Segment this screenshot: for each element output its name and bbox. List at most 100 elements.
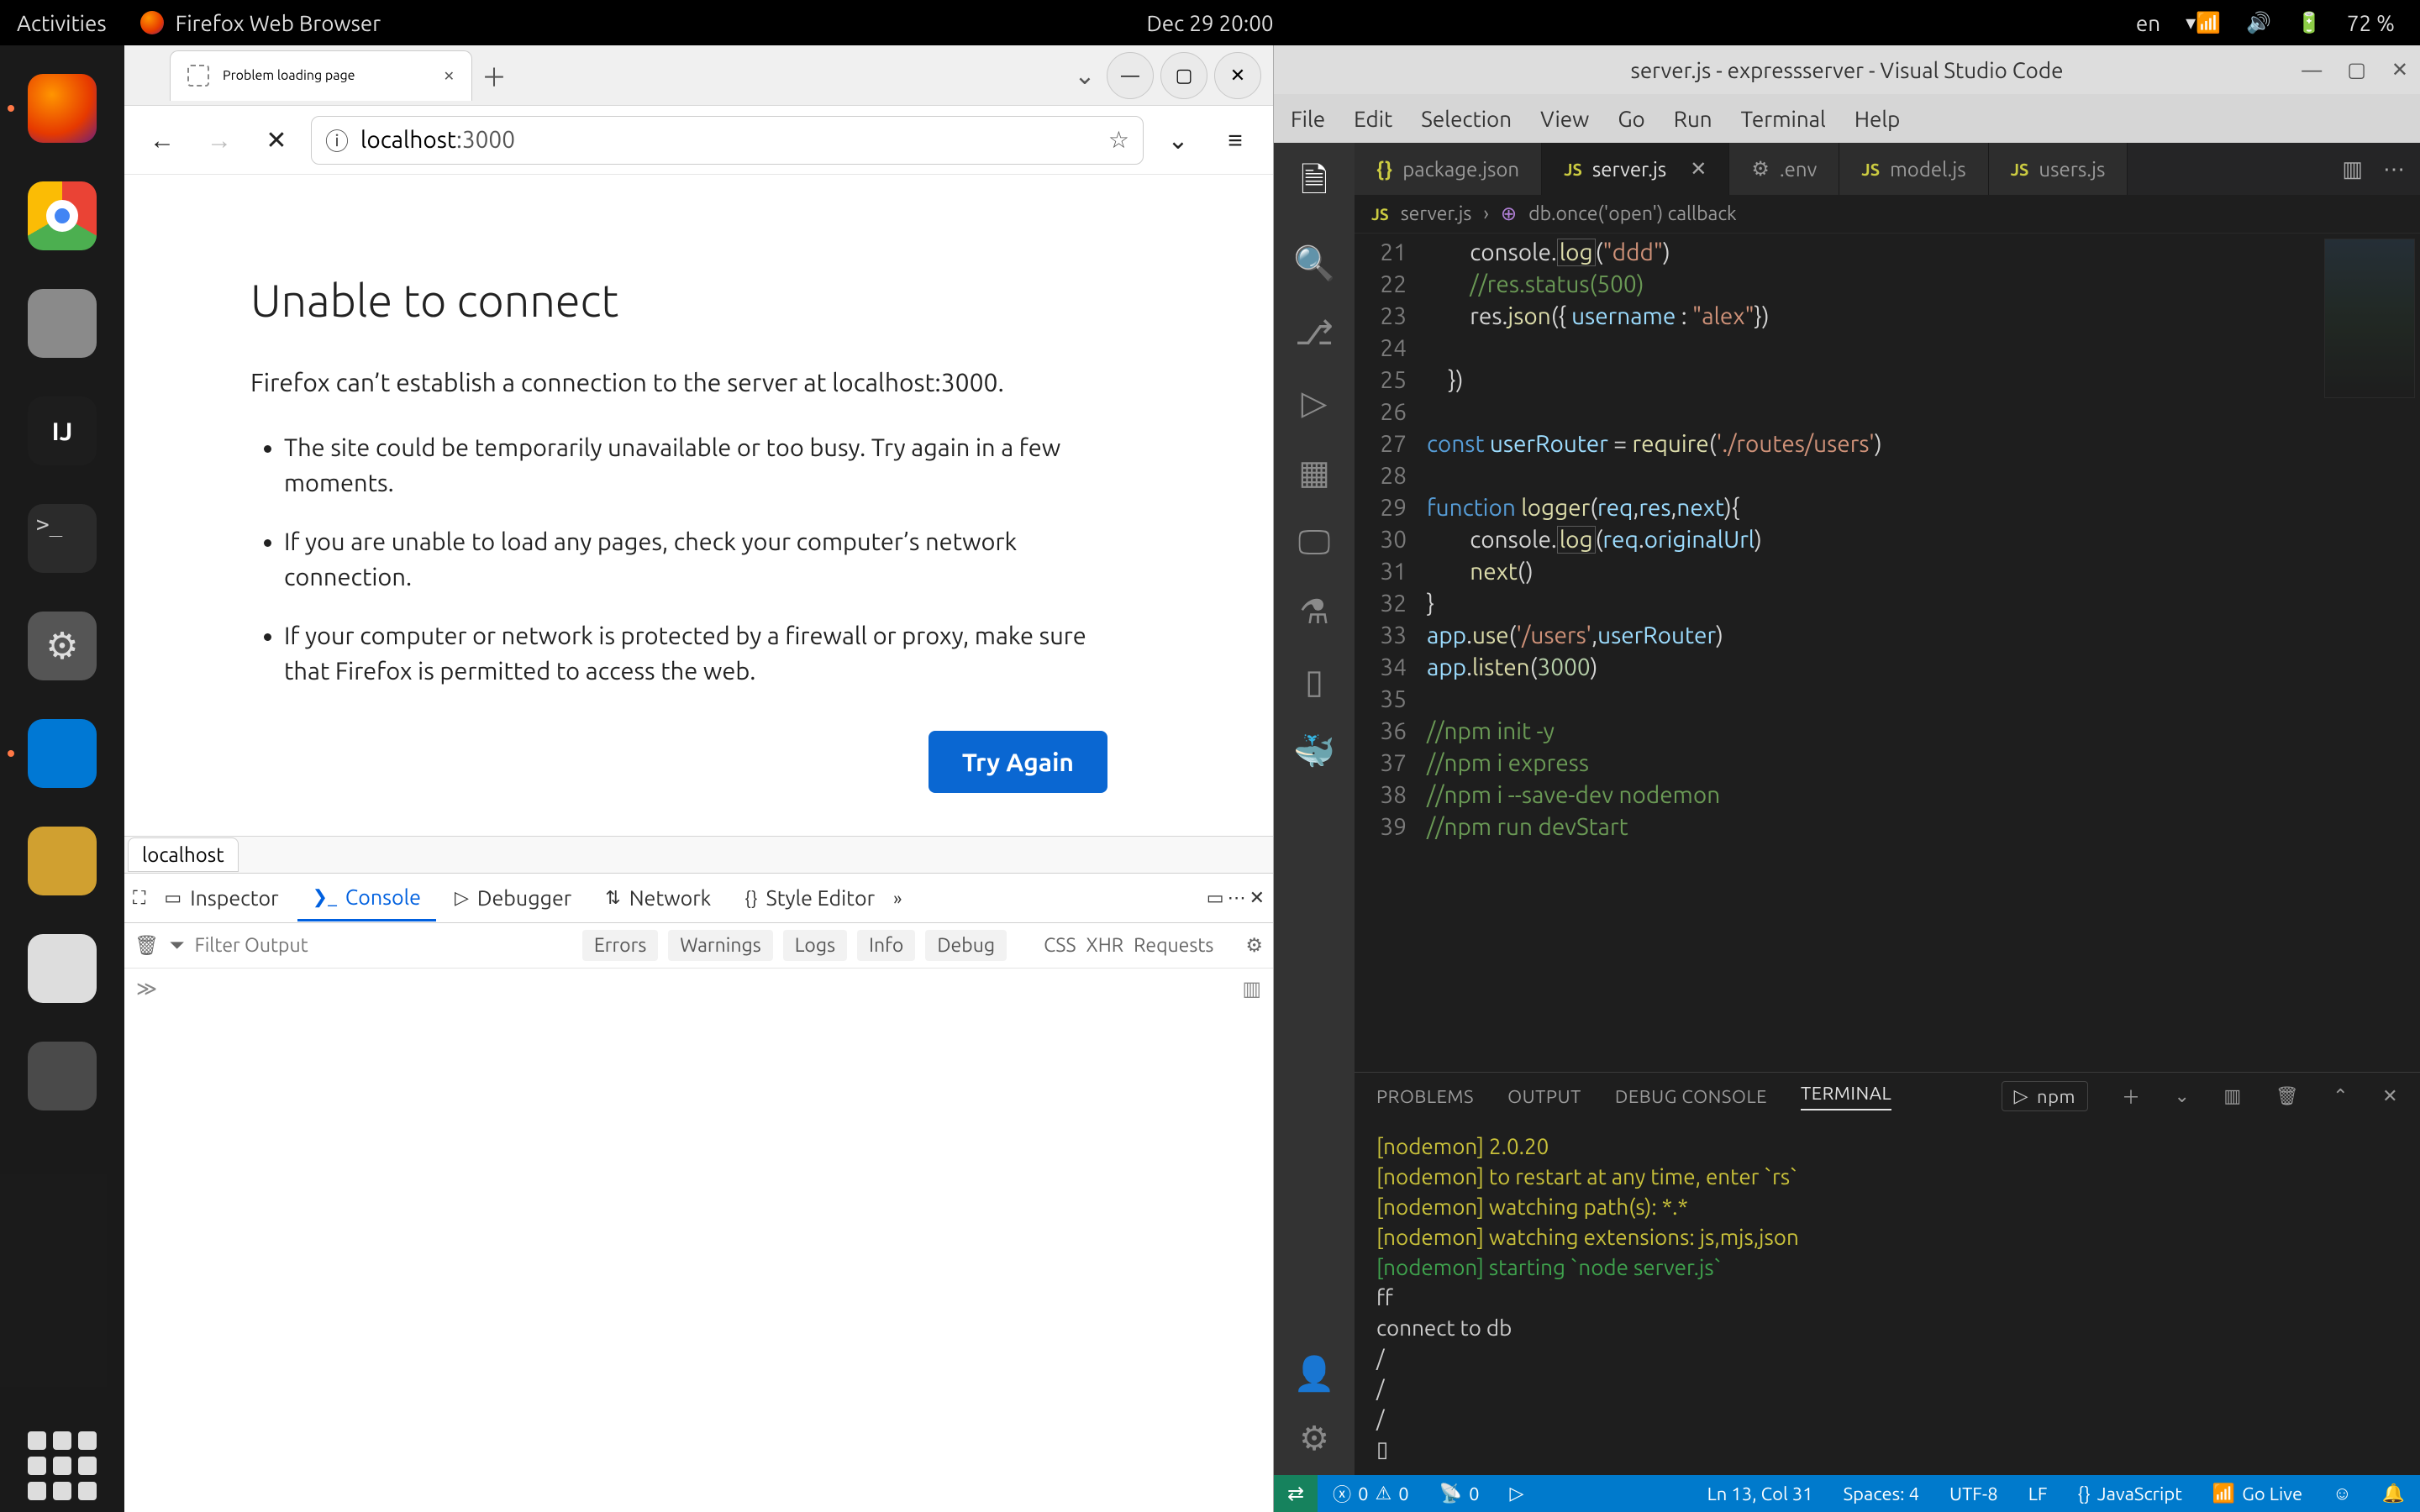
tabs-dropdown[interactable]: ⌄ bbox=[1063, 60, 1107, 91]
maximize-button[interactable]: ▢ bbox=[2347, 58, 2366, 81]
dock-settings[interactable] bbox=[16, 600, 108, 692]
more-tabs-icon[interactable]: » bbox=[893, 888, 902, 909]
chevron-down-icon[interactable]: ⌄ bbox=[2174, 1085, 2190, 1107]
close-devtools-icon[interactable]: ✕ bbox=[1249, 887, 1265, 909]
devtools-target[interactable]: localhost bbox=[124, 836, 1273, 873]
wifi-icon[interactable]: ▾📶 bbox=[2186, 11, 2221, 34]
chip-xhr[interactable]: XHR bbox=[1086, 935, 1124, 956]
chip-warnings[interactable]: Warnings bbox=[668, 930, 772, 961]
chip-errors[interactable]: Errors bbox=[582, 930, 658, 961]
forward-button[interactable]: → bbox=[197, 118, 242, 163]
status-debug[interactable]: ▷ bbox=[1495, 1483, 1539, 1504]
tab-users-js[interactable]: JSusers.js bbox=[1989, 143, 2128, 195]
close-button[interactable]: ✕ bbox=[1214, 52, 1261, 99]
menu-help[interactable]: Help bbox=[1854, 107, 1901, 131]
dock-trash[interactable] bbox=[16, 1030, 108, 1122]
menu-run[interactable]: Run bbox=[1674, 107, 1712, 131]
current-app[interactable]: Firefox Web Browser bbox=[140, 11, 381, 35]
chip-css[interactable]: CSS bbox=[1044, 935, 1076, 956]
panel-terminal[interactable]: TERMINAL bbox=[1801, 1083, 1891, 1110]
dock-chrome[interactable] bbox=[16, 170, 108, 262]
status-encoding[interactable]: UTF-8 bbox=[1934, 1483, 2013, 1504]
status-bell-icon[interactable]: 🔔 bbox=[2367, 1483, 2420, 1504]
try-again-button[interactable]: Try Again bbox=[929, 731, 1107, 793]
chip-requests[interactable]: Requests bbox=[1134, 935, 1213, 956]
tab-inspector[interactable]: ▭Inspector bbox=[149, 876, 293, 920]
minimap[interactable] bbox=[2319, 234, 2420, 1072]
tab-style-editor[interactable]: {}Style Editor bbox=[729, 876, 890, 920]
code-area[interactable]: console.log("ddd") //res.status(500) res… bbox=[1427, 234, 2319, 1072]
menu-edit[interactable]: Edit bbox=[1354, 107, 1392, 131]
back-button[interactable]: ← bbox=[139, 118, 185, 163]
manage-gear-icon[interactable]: ⚙ bbox=[1299, 1419, 1329, 1458]
tab-debugger[interactable]: ▷Debugger bbox=[439, 876, 587, 920]
panel-problems[interactable]: PROBLEMS bbox=[1376, 1086, 1474, 1107]
stop-button[interactable]: ✕ bbox=[254, 118, 299, 163]
panel-debug-console[interactable]: DEBUG CONSOLE bbox=[1615, 1086, 1767, 1107]
terminal-picker[interactable]: ▷npm bbox=[2002, 1081, 2088, 1111]
explorer-icon[interactable]: 🗎 bbox=[1301, 156, 1328, 213]
trash-icon[interactable]: 🗑 bbox=[134, 934, 159, 957]
terminal[interactable]: [nodemon] 2.0.20[nodemon] to restart at … bbox=[1355, 1120, 2420, 1475]
tab-env[interactable]: ⚙.env bbox=[1729, 143, 1839, 195]
tab-network[interactable]: ⇅Network bbox=[590, 876, 726, 920]
language-indicator[interactable]: en bbox=[2136, 11, 2160, 35]
minimize-button[interactable]: — bbox=[2302, 59, 2322, 81]
kebab-icon[interactable]: ⋯ bbox=[1228, 887, 1246, 909]
dock-apps[interactable] bbox=[16, 1420, 108, 1512]
kebab-icon[interactable]: ⋯ bbox=[2383, 156, 2405, 182]
console-output[interactable]: ≫ ▥ bbox=[124, 969, 1273, 1512]
filter-input[interactable] bbox=[195, 935, 447, 956]
menu-terminal[interactable]: Terminal bbox=[1741, 107, 1826, 131]
status-cursor[interactable]: Ln 13, Col 31 bbox=[1692, 1483, 1828, 1504]
run-debug-icon[interactable]: ▷ bbox=[1302, 383, 1328, 423]
address-bar[interactable]: ⓘ localhost:3000 ☆ bbox=[311, 116, 1144, 165]
tab-console[interactable]: ❯_Console bbox=[297, 875, 436, 921]
close-tab-icon[interactable]: ✕ bbox=[1690, 157, 1707, 181]
chip-info[interactable]: Info bbox=[857, 930, 915, 961]
site-info-icon[interactable]: ⓘ bbox=[325, 123, 349, 157]
console-settings-icon[interactable]: ⚙ bbox=[1245, 935, 1263, 957]
tab-model-js[interactable]: JSmodel.js bbox=[1839, 143, 1988, 195]
docker-icon[interactable]: 🐳 bbox=[1293, 732, 1335, 771]
maximize-button[interactable]: ▢ bbox=[1160, 52, 1207, 99]
browser-tab[interactable]: Problem loading page ✕ bbox=[170, 50, 472, 101]
menu-go[interactable]: Go bbox=[1618, 107, 1644, 131]
bookmarks-icon[interactable]: ▯ bbox=[1305, 662, 1323, 701]
breadcrumbs[interactable]: JS server.js › ⊕ db.once('open') callbac… bbox=[1355, 195, 2420, 234]
remote-indicator[interactable]: ⇄ bbox=[1274, 1475, 1318, 1512]
maximize-panel-icon[interactable]: ⌃ bbox=[2333, 1085, 2349, 1107]
status-golive[interactable]: 📶 Go Live bbox=[2197, 1483, 2317, 1504]
sidebar-toggle-icon[interactable]: ▥ bbox=[1242, 977, 1261, 1000]
menu-view[interactable]: View bbox=[1540, 107, 1589, 131]
app-menu-icon[interactable]: ≡ bbox=[1213, 118, 1258, 163]
pocket-icon[interactable]: ⌄ bbox=[1155, 118, 1201, 163]
clock[interactable]: Dec 29 20:00 bbox=[1146, 11, 1273, 35]
code-editor[interactable]: 21222324252627282930313233343536373839 c… bbox=[1355, 234, 2319, 1072]
close-button[interactable]: ✕ bbox=[2391, 58, 2408, 81]
status-lang[interactable]: {} JavaScript bbox=[2062, 1483, 2196, 1504]
panel-output[interactable]: OUTPUT bbox=[1507, 1086, 1581, 1107]
tab-server-js[interactable]: JSserver.js✕ bbox=[1542, 143, 1729, 195]
close-tab-icon[interactable]: ✕ bbox=[444, 68, 455, 84]
new-terminal-icon[interactable]: ＋ bbox=[2122, 1083, 2141, 1110]
close-panel-icon[interactable]: ✕ bbox=[2382, 1085, 2398, 1107]
new-tab-button[interactable]: ＋ bbox=[472, 57, 516, 94]
testing-icon[interactable]: ⚗ bbox=[1299, 592, 1329, 632]
menu-file[interactable]: File bbox=[1291, 107, 1325, 131]
chip-debug[interactable]: Debug bbox=[925, 930, 1007, 961]
scm-icon[interactable]: ⎇ bbox=[1295, 313, 1334, 353]
activities-button[interactable]: Activities bbox=[17, 11, 107, 35]
status-spaces[interactable]: Spaces: 4 bbox=[1828, 1483, 1934, 1504]
volume-icon[interactable]: 🔊 bbox=[2246, 11, 2271, 34]
status-eol[interactable]: LF bbox=[2013, 1483, 2063, 1504]
status-ports[interactable]: 📡 0 bbox=[1424, 1483, 1495, 1504]
dock-vscode[interactable] bbox=[16, 707, 108, 800]
split-terminal-icon[interactable]: ▥ bbox=[2223, 1085, 2241, 1107]
menu-selection[interactable]: Selection bbox=[1421, 107, 1512, 131]
battery-icon[interactable]: 🔋 bbox=[2296, 11, 2322, 34]
dock-files[interactable] bbox=[16, 277, 108, 370]
dock-firefox[interactable] bbox=[16, 62, 108, 155]
remote-explorer-icon[interactable]: 🖵 bbox=[1298, 522, 1331, 562]
pick-element-icon[interactable]: ⛶ bbox=[133, 887, 145, 909]
